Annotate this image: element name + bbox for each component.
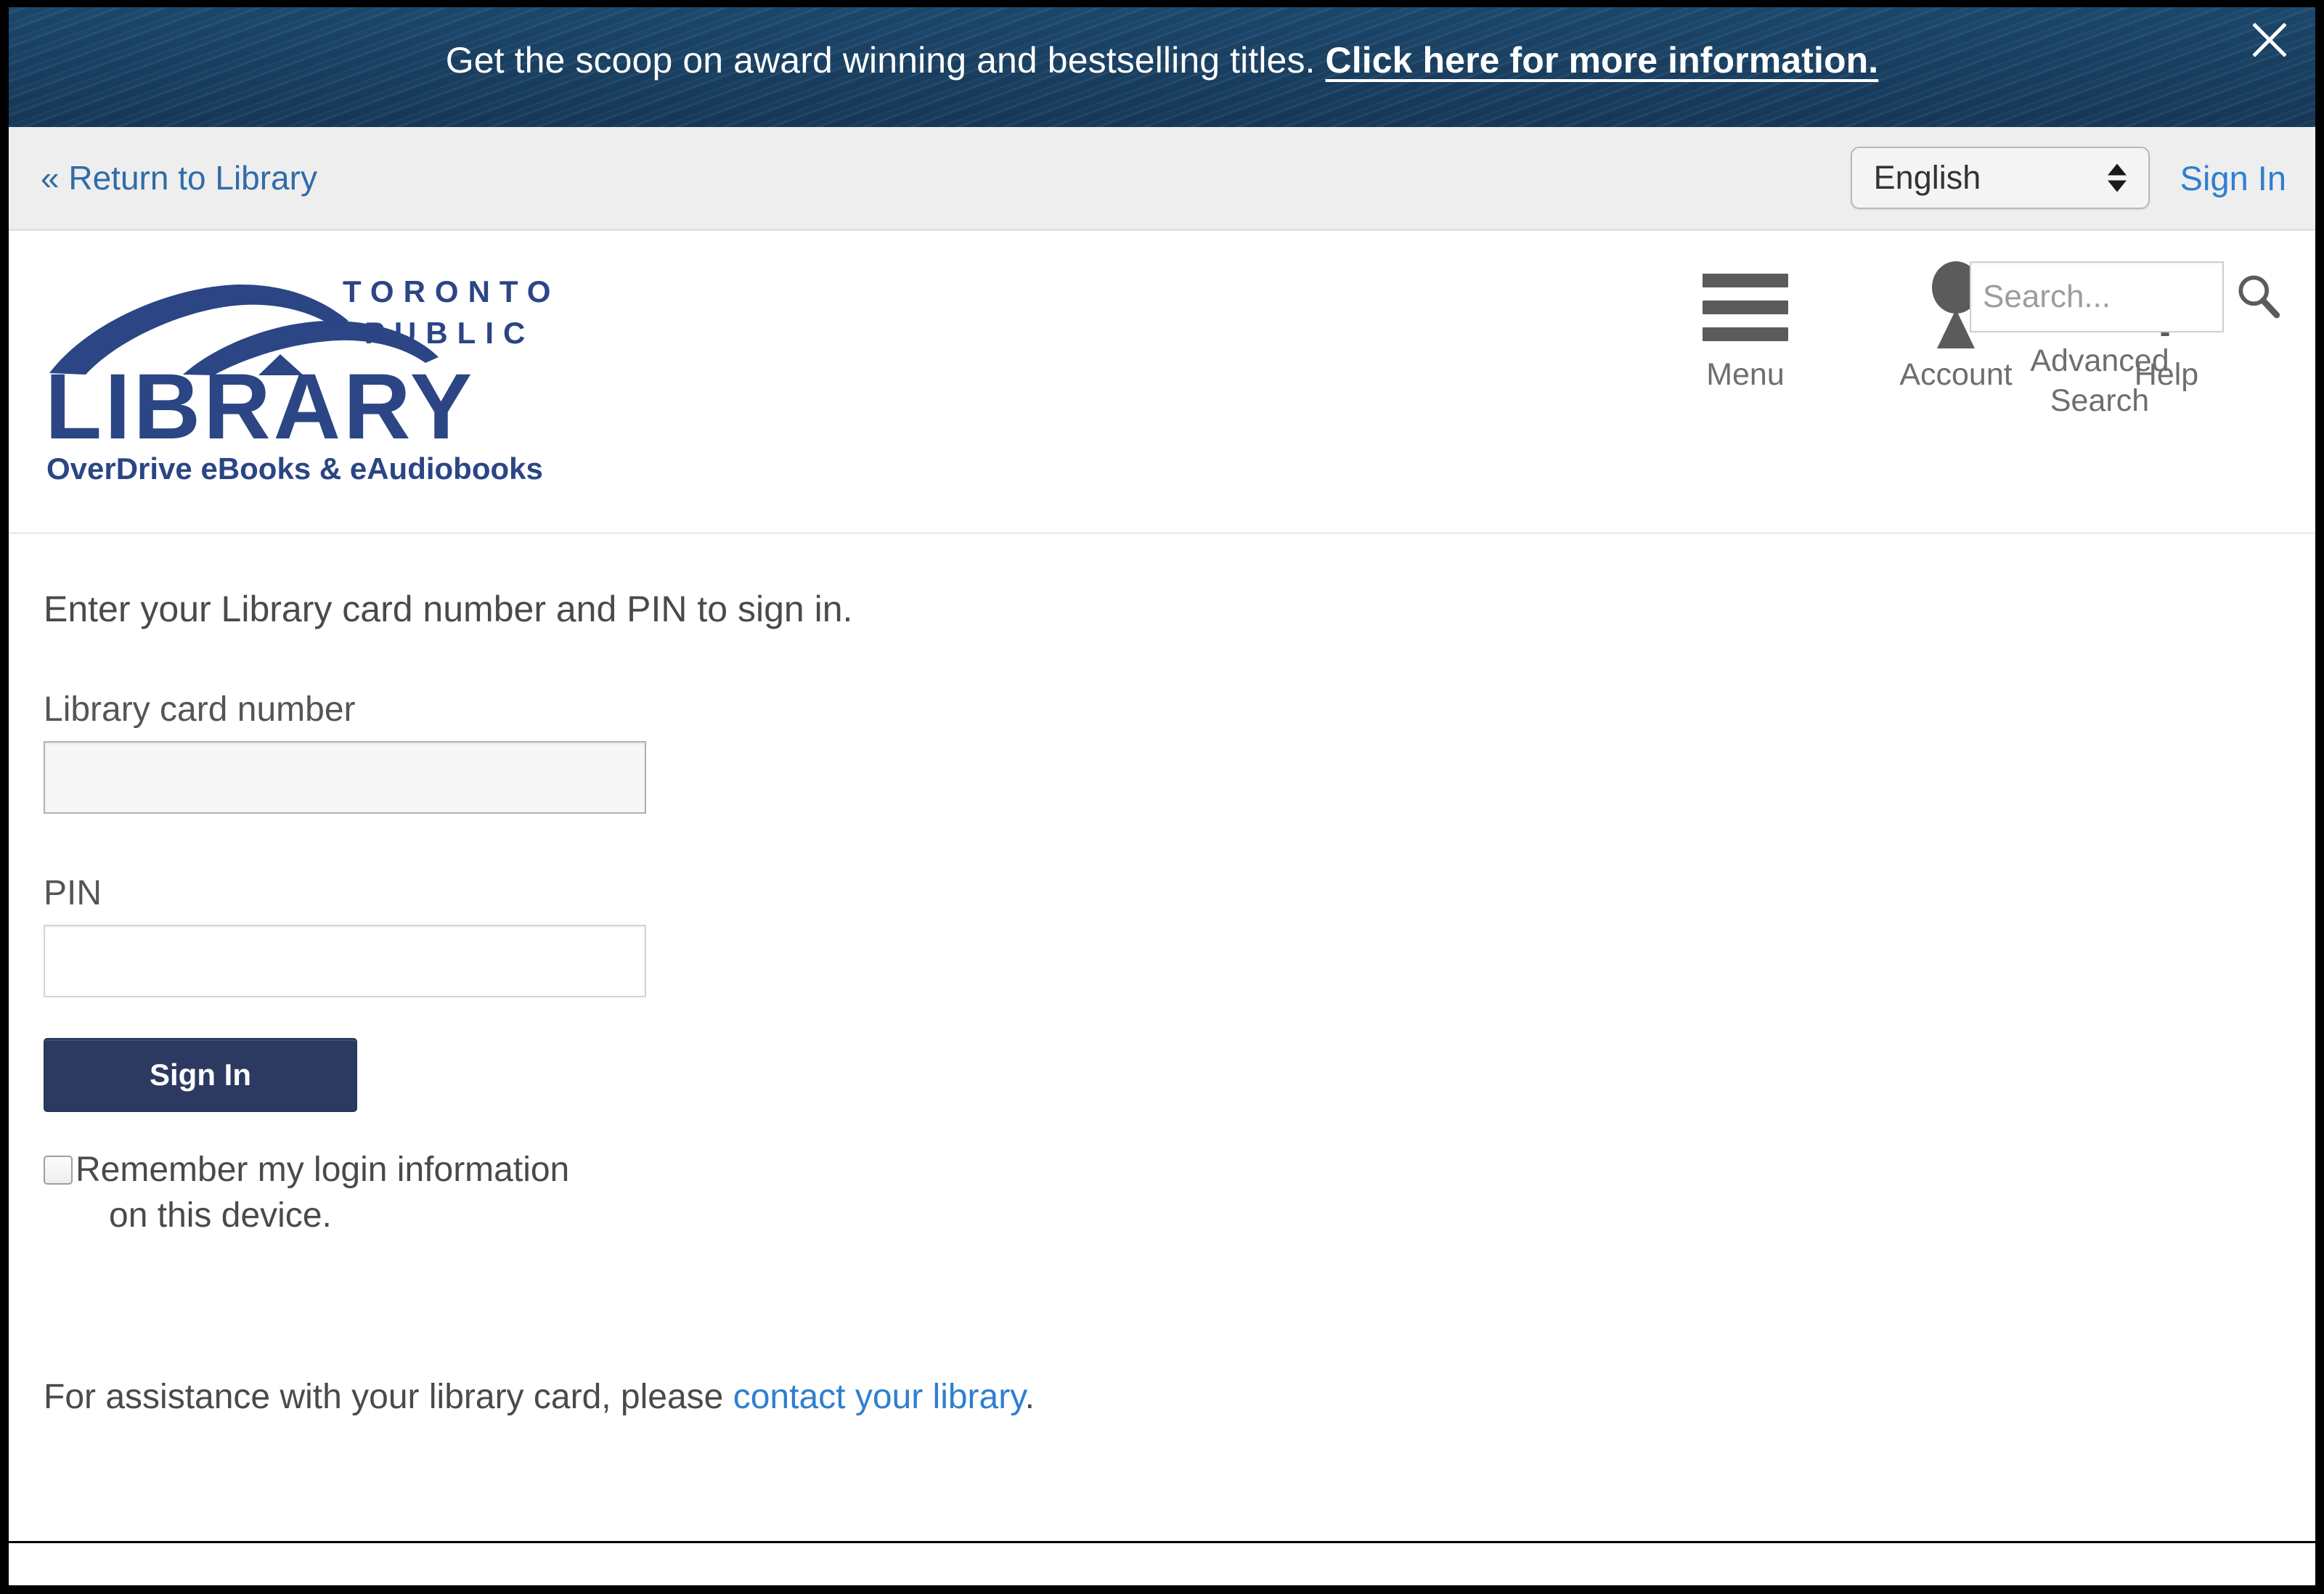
- utility-bar-right-group: English Sign In: [1850, 127, 2286, 229]
- remember-me-label: Remember my login information on this de…: [76, 1147, 751, 1239]
- magnifier-icon[interactable]: [2234, 261, 2282, 332]
- sign-in-button[interactable]: Sign In: [44, 1038, 357, 1112]
- svg-text:PUBLIC: PUBLIC: [364, 316, 534, 350]
- hamburger-menu-icon: [1703, 273, 1788, 341]
- library-card-label: Library card number: [44, 690, 356, 729]
- signin-form: Enter your Library card number and PIN t…: [9, 588, 2315, 1417]
- sign-in-link[interactable]: Sign In: [2180, 158, 2286, 198]
- assistance-note-suffix: .: [1024, 1377, 1035, 1416]
- promo-banner: Get the scoop on award winning and bests…: [9, 7, 2315, 127]
- return-to-library-link[interactable]: « Return to Library: [41, 158, 317, 197]
- site-header: TORONTO PUBLIC LIBRARY OverDrive eBooks …: [9, 231, 2315, 534]
- stepper-arrows-icon: [2107, 163, 2127, 192]
- chevron-up-icon: [2107, 163, 2127, 176]
- pin-input[interactable]: [44, 925, 646, 997]
- bottom-divider: [9, 1541, 2315, 1543]
- close-icon[interactable]: [2244, 15, 2295, 65]
- chevron-down-icon: [2107, 180, 2127, 192]
- hamburger-bar-1: [1703, 273, 1788, 287]
- contact-your-library-link[interactable]: contact your library: [733, 1378, 1025, 1416]
- advanced-search-label-line2: Search: [2050, 383, 2150, 419]
- toronto-public-library-logo[interactable]: TORONTO PUBLIC LIBRARY OverDrive eBooks …: [41, 273, 578, 483]
- promo-more-info-link[interactable]: Click here for more information.: [1326, 40, 1879, 81]
- header-search-block: Advanced Search: [1970, 261, 2282, 421]
- remember-me-checkbox[interactable]: [44, 1156, 73, 1185]
- language-select-value: English: [1873, 159, 1981, 196]
- svg-text:LIBRARY: LIBRARY: [45, 355, 475, 459]
- pin-label: PIN: [44, 874, 102, 912]
- remember-me-label-line2: on this device.: [109, 1196, 332, 1235]
- utility-bar: « Return to Library English Sign In: [9, 127, 2315, 231]
- promo-message: Get the scoop on award winning and bests…: [445, 39, 1326, 81]
- search-row: [1970, 261, 2282, 332]
- assistance-note: For assistance with your library card, p…: [44, 1377, 2280, 1417]
- hamburger-bar-2: [1703, 300, 1788, 314]
- library-card-input[interactable]: [44, 741, 646, 814]
- remember-me-label-line1: Remember my login information: [76, 1150, 570, 1189]
- svg-text:TORONTO: TORONTO: [343, 274, 560, 308]
- advanced-search-link[interactable]: Advanced Search: [1970, 341, 2230, 421]
- hamburger-bar-3: [1703, 327, 1788, 341]
- nav-item-menu-label: Menu: [1706, 357, 1785, 392]
- signin-intro-text: Enter your Library card number and PIN t…: [44, 589, 853, 629]
- nav-menu-iconbox: [1703, 260, 1788, 354]
- svg-text:OverDrive eBooks & eAudiobooks: OverDrive eBooks & eAudiobooks: [46, 451, 543, 483]
- language-select[interactable]: English: [1850, 147, 2150, 209]
- nav-item-menu[interactable]: Menu: [1640, 260, 1851, 393]
- advanced-search-label-line1: Advanced: [2030, 343, 2169, 378]
- promo-banner-text: Get the scoop on award winning and bests…: [446, 39, 1878, 81]
- browser-page: Get the scoop on award winning and bests…: [9, 7, 2315, 1585]
- remember-me-row[interactable]: Remember my login information on this de…: [44, 1147, 2280, 1239]
- screenshot-frame: Get the scoop on award winning and bests…: [0, 0, 2324, 1594]
- assistance-note-prefix: For assistance with your library card, p…: [44, 1377, 733, 1416]
- search-input[interactable]: [1970, 261, 2224, 332]
